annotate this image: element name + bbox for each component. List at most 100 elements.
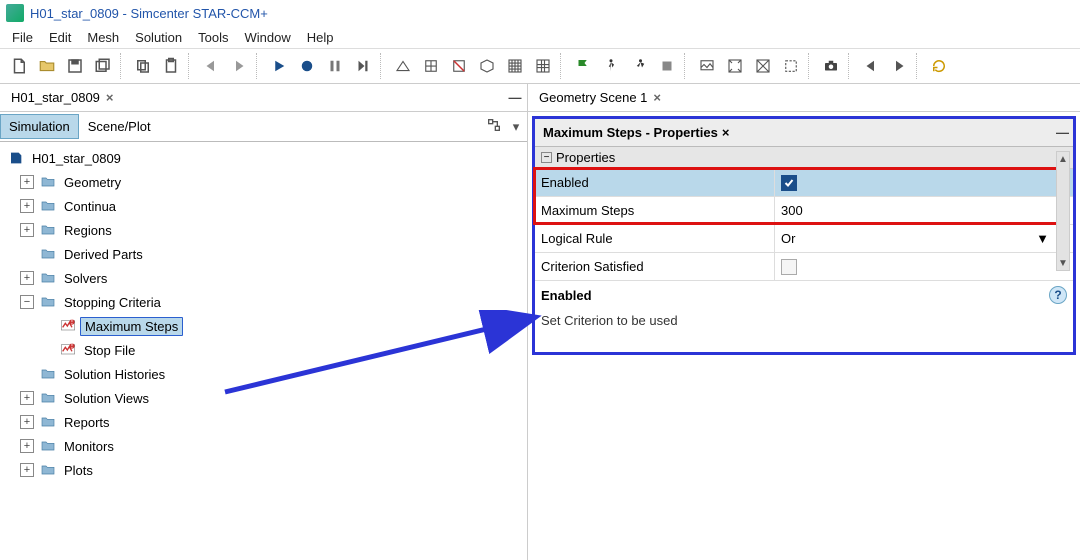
reset-icon[interactable]: [926, 53, 952, 79]
camera-icon[interactable]: [818, 53, 844, 79]
expand-icon[interactable]: +: [20, 175, 34, 189]
menu-solution[interactable]: Solution: [127, 28, 190, 47]
prop-key-maxsteps: Maximum Steps: [535, 197, 775, 224]
tree-item-stopping-criteria[interactable]: − Stopping Criteria: [0, 290, 527, 314]
mesh-surface-icon[interactable]: [418, 53, 444, 79]
stop-icon[interactable]: [654, 53, 680, 79]
zoom-area-icon[interactable]: [750, 53, 776, 79]
copy-icon[interactable]: [130, 53, 156, 79]
sim-file-tab[interactable]: H01_star_0809 ×: [4, 86, 121, 109]
save-icon[interactable]: [62, 53, 88, 79]
tree-item-stop-file[interactable]: ! Stop File: [0, 338, 527, 362]
save-all-icon[interactable]: [90, 53, 116, 79]
open-folder-icon[interactable]: [34, 53, 60, 79]
close-tab-icon[interactable]: ×: [106, 90, 114, 105]
tree-link-icon[interactable]: [483, 117, 505, 136]
toolbar-separator: [916, 53, 922, 79]
expand-icon[interactable]: +: [20, 271, 34, 285]
tree-menu-icon[interactable]: ▾: [505, 119, 527, 135]
step-forward-icon[interactable]: [226, 53, 252, 79]
minimize-panel-icon[interactable]: —: [1056, 125, 1069, 140]
prop-row-enabled[interactable]: Enabled: [535, 169, 1073, 197]
mesh-volume-icon[interactable]: [474, 53, 500, 79]
close-tab-icon[interactable]: ×: [653, 90, 661, 105]
menu-edit[interactable]: Edit: [41, 28, 79, 47]
menu-mesh[interactable]: Mesh: [79, 28, 127, 47]
scene-image-icon[interactable]: [694, 53, 720, 79]
flag-icon[interactable]: [570, 53, 596, 79]
collapse-icon[interactable]: −: [20, 295, 34, 309]
tree-item-derived-parts[interactable]: Derived Parts: [0, 242, 527, 266]
menu-window[interactable]: Window: [237, 28, 299, 47]
subtab-simulation[interactable]: Simulation: [0, 114, 79, 139]
help-icon[interactable]: ?: [1049, 286, 1067, 304]
tree-item-solution-views[interactable]: + Solution Views: [0, 386, 527, 410]
properties-tab[interactable]: Maximum Steps - Properties ×: [539, 122, 733, 143]
tree-root-label: H01_star_0809: [28, 150, 125, 167]
tree-item-geometry[interactable]: + Geometry: [0, 170, 527, 194]
tree-item-solvers[interactable]: + Solvers: [0, 266, 527, 290]
prop-val-maxsteps[interactable]: 300: [775, 197, 1055, 224]
fit-view-icon[interactable]: [722, 53, 748, 79]
minimize-panel-icon[interactable]: —: [507, 90, 523, 105]
tree-item-reports[interactable]: + Reports: [0, 410, 527, 434]
prop-row-maximum-steps[interactable]: Maximum Steps 300: [535, 197, 1073, 225]
title-bar: H01_star_0809 - Simcenter STAR-CCM+: [0, 0, 1080, 26]
scene-tab[interactable]: Geometry Scene 1 ×: [532, 86, 668, 109]
subtab-sceneplot[interactable]: Scene/Plot: [79, 114, 160, 139]
run-person-icon[interactable]: [598, 53, 624, 79]
grid-icon[interactable]: [530, 53, 556, 79]
properties-scrollbar[interactable]: ▲ ▼: [1056, 151, 1070, 271]
tree-root[interactable]: H01_star_0809: [0, 146, 527, 170]
paste-icon[interactable]: [158, 53, 184, 79]
expand-icon[interactable]: +: [20, 463, 34, 477]
menu-help[interactable]: Help: [299, 28, 342, 47]
menu-file[interactable]: File: [4, 28, 41, 47]
expand-icon[interactable]: +: [20, 199, 34, 213]
tree-item-regions[interactable]: + Regions: [0, 218, 527, 242]
prop-val-enabled[interactable]: [775, 169, 1055, 196]
dropdown-arrow-icon[interactable]: ▼: [1036, 231, 1049, 246]
collapse-group-icon[interactable]: −: [541, 152, 552, 163]
expand-blank: [20, 247, 34, 261]
tree-item-maximum-steps[interactable]: ! Maximum Steps: [0, 314, 527, 338]
prop-val-logical[interactable]: Or ▼: [775, 225, 1055, 252]
skip-icon[interactable]: [350, 53, 376, 79]
pause-icon[interactable]: [322, 53, 348, 79]
expand-icon[interactable]: +: [20, 391, 34, 405]
close-tab-icon[interactable]: ×: [722, 125, 730, 140]
left-panel: H01_star_0809 × — Simulation Scene/Plot …: [0, 84, 528, 560]
tree-item-monitors[interactable]: + Monitors: [0, 434, 527, 458]
logical-value-text: Or: [781, 231, 795, 246]
play-icon[interactable]: [266, 53, 292, 79]
properties-grid: Enabled Maximum Steps 300 Logical Rule O…: [535, 169, 1073, 281]
new-file-icon[interactable]: [6, 53, 32, 79]
tree-label: Monitors: [60, 438, 118, 455]
menu-tools[interactable]: Tools: [190, 28, 236, 47]
checkbox-checked-icon[interactable]: [781, 175, 797, 191]
scroll-up-icon[interactable]: ▲: [1057, 152, 1069, 166]
record-icon[interactable]: [294, 53, 320, 79]
expand-icon[interactable]: +: [20, 415, 34, 429]
mesh-refine-icon[interactable]: [502, 53, 528, 79]
select-icon[interactable]: [778, 53, 804, 79]
prop-row-logical-rule[interactable]: Logical Rule Or ▼: [535, 225, 1073, 253]
expand-icon[interactable]: +: [20, 223, 34, 237]
expand-icon[interactable]: +: [20, 439, 34, 453]
window-title: H01_star_0809 - Simcenter STAR-CCM+: [30, 6, 268, 21]
scroll-down-icon[interactable]: ▼: [1057, 256, 1069, 270]
nav-back-icon[interactable]: [858, 53, 884, 79]
tree-item-solution-histories[interactable]: Solution Histories: [0, 362, 527, 386]
properties-group-header[interactable]: − Properties: [535, 147, 1073, 169]
tree-item-plots[interactable]: + Plots: [0, 458, 527, 482]
nav-forward-icon[interactable]: [886, 53, 912, 79]
tree-label-selected: Maximum Steps: [80, 317, 183, 336]
mesh-clear-icon[interactable]: [446, 53, 472, 79]
tree-item-continua[interactable]: + Continua: [0, 194, 527, 218]
scene-tab-label: Geometry Scene 1: [539, 90, 647, 105]
simulation-tree[interactable]: H01_star_0809 + Geometry + Continua + Re…: [0, 142, 527, 560]
run-fast-icon[interactable]: [626, 53, 652, 79]
mesh-part-icon[interactable]: [390, 53, 416, 79]
prop-row-criterion-satisfied[interactable]: Criterion Satisfied: [535, 253, 1073, 281]
step-back-icon[interactable]: [198, 53, 224, 79]
